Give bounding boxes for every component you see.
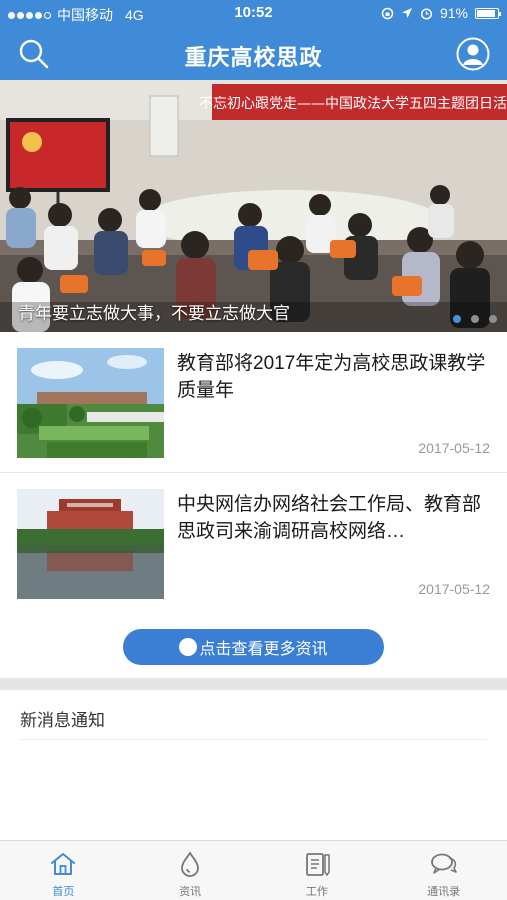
rotation-lock-icon <box>381 7 394 19</box>
drop-icon <box>181 851 200 877</box>
news-date: 2017-05-12 <box>418 440 490 456</box>
news-list: 教育部将2017年定为高校思政课教学质量年 2017-05-12 中央网信办网络… <box>0 332 507 612</box>
pager-dot[interactable] <box>453 315 461 323</box>
tab-work[interactable]: 工作 <box>254 841 381 900</box>
tab-label: 工作 <box>305 886 328 898</box>
home-icon <box>51 853 76 875</box>
user-icon <box>456 37 490 71</box>
chat-icon <box>430 853 457 874</box>
banner-carousel[interactable]: 不忘初心跟党走——中国政法大学五四主题团日活动 青年要立志做大事，不要立志做大官 <box>0 80 507 332</box>
battery-icon <box>475 7 501 19</box>
tab-bar: 首页 资讯 工作 通讯录 <box>0 840 507 900</box>
status-bar: 中国移动 4G 10:52 91% <box>0 0 507 28</box>
tab-label: 首页 <box>52 886 75 898</box>
status-right: 91% <box>381 5 501 21</box>
campus-garden-image <box>17 348 164 458</box>
profile-button[interactable] <box>455 36 491 72</box>
notice-divider <box>20 739 487 740</box>
tab-contacts[interactable]: 通讯录 <box>380 841 507 900</box>
news-thumbnail <box>17 348 164 458</box>
news-date: 2017-05-12 <box>418 581 490 597</box>
news-title: 中央网信办网络社会工作局、教育部思政司来渝调研高校网络… <box>177 494 482 542</box>
battery-percent: 91% <box>439 5 468 21</box>
notice-title[interactable]: 新消息通知 <box>20 706 105 731</box>
more-section: 点击查看更多资讯 <box>0 620 507 678</box>
banner-sign-text: 不忘初心跟党走——中国政法大学五四主题团日活动 <box>199 95 507 112</box>
pager-dot[interactable] <box>489 315 497 323</box>
section-divider <box>0 678 507 690</box>
news-item[interactable]: 教育部将2017年定为高校思政课教学质量年 2017-05-12 <box>0 332 507 472</box>
carousel-pager <box>453 315 497 323</box>
tab-news[interactable]: 资讯 <box>127 841 254 900</box>
news-item[interactable]: 中央网信办网络社会工作局、教育部思政司来渝调研高校网络… 2017-05-12 <box>0 472 507 612</box>
more-news-label: 点击查看更多资讯 <box>199 641 328 658</box>
news-title: 教育部将2017年定为高校思政课教学质量年 <box>177 353 486 401</box>
tab-label: 资讯 <box>179 886 202 898</box>
page-title: 重庆高校思政 <box>184 45 323 70</box>
news-thumbnail <box>17 489 164 599</box>
button-dot-icon <box>179 638 198 656</box>
tab-home[interactable]: 首页 <box>0 841 127 900</box>
pager-dot[interactable] <box>471 315 479 323</box>
location-icon <box>401 8 412 18</box>
tab-label: 通讯录 <box>427 886 461 898</box>
alarm-icon <box>420 7 433 20</box>
banner-image: 不忘初心跟党走——中国政法大学五四主题团日活动 <box>0 80 507 332</box>
app-header: 重庆高校思政 <box>0 28 507 80</box>
more-news-button[interactable]: 点击查看更多资讯 <box>123 629 384 665</box>
banner-caption: 青年要立志做大事，不要立志做大官 <box>18 304 290 323</box>
campus-building-image <box>17 489 164 599</box>
document-icon <box>305 853 330 877</box>
